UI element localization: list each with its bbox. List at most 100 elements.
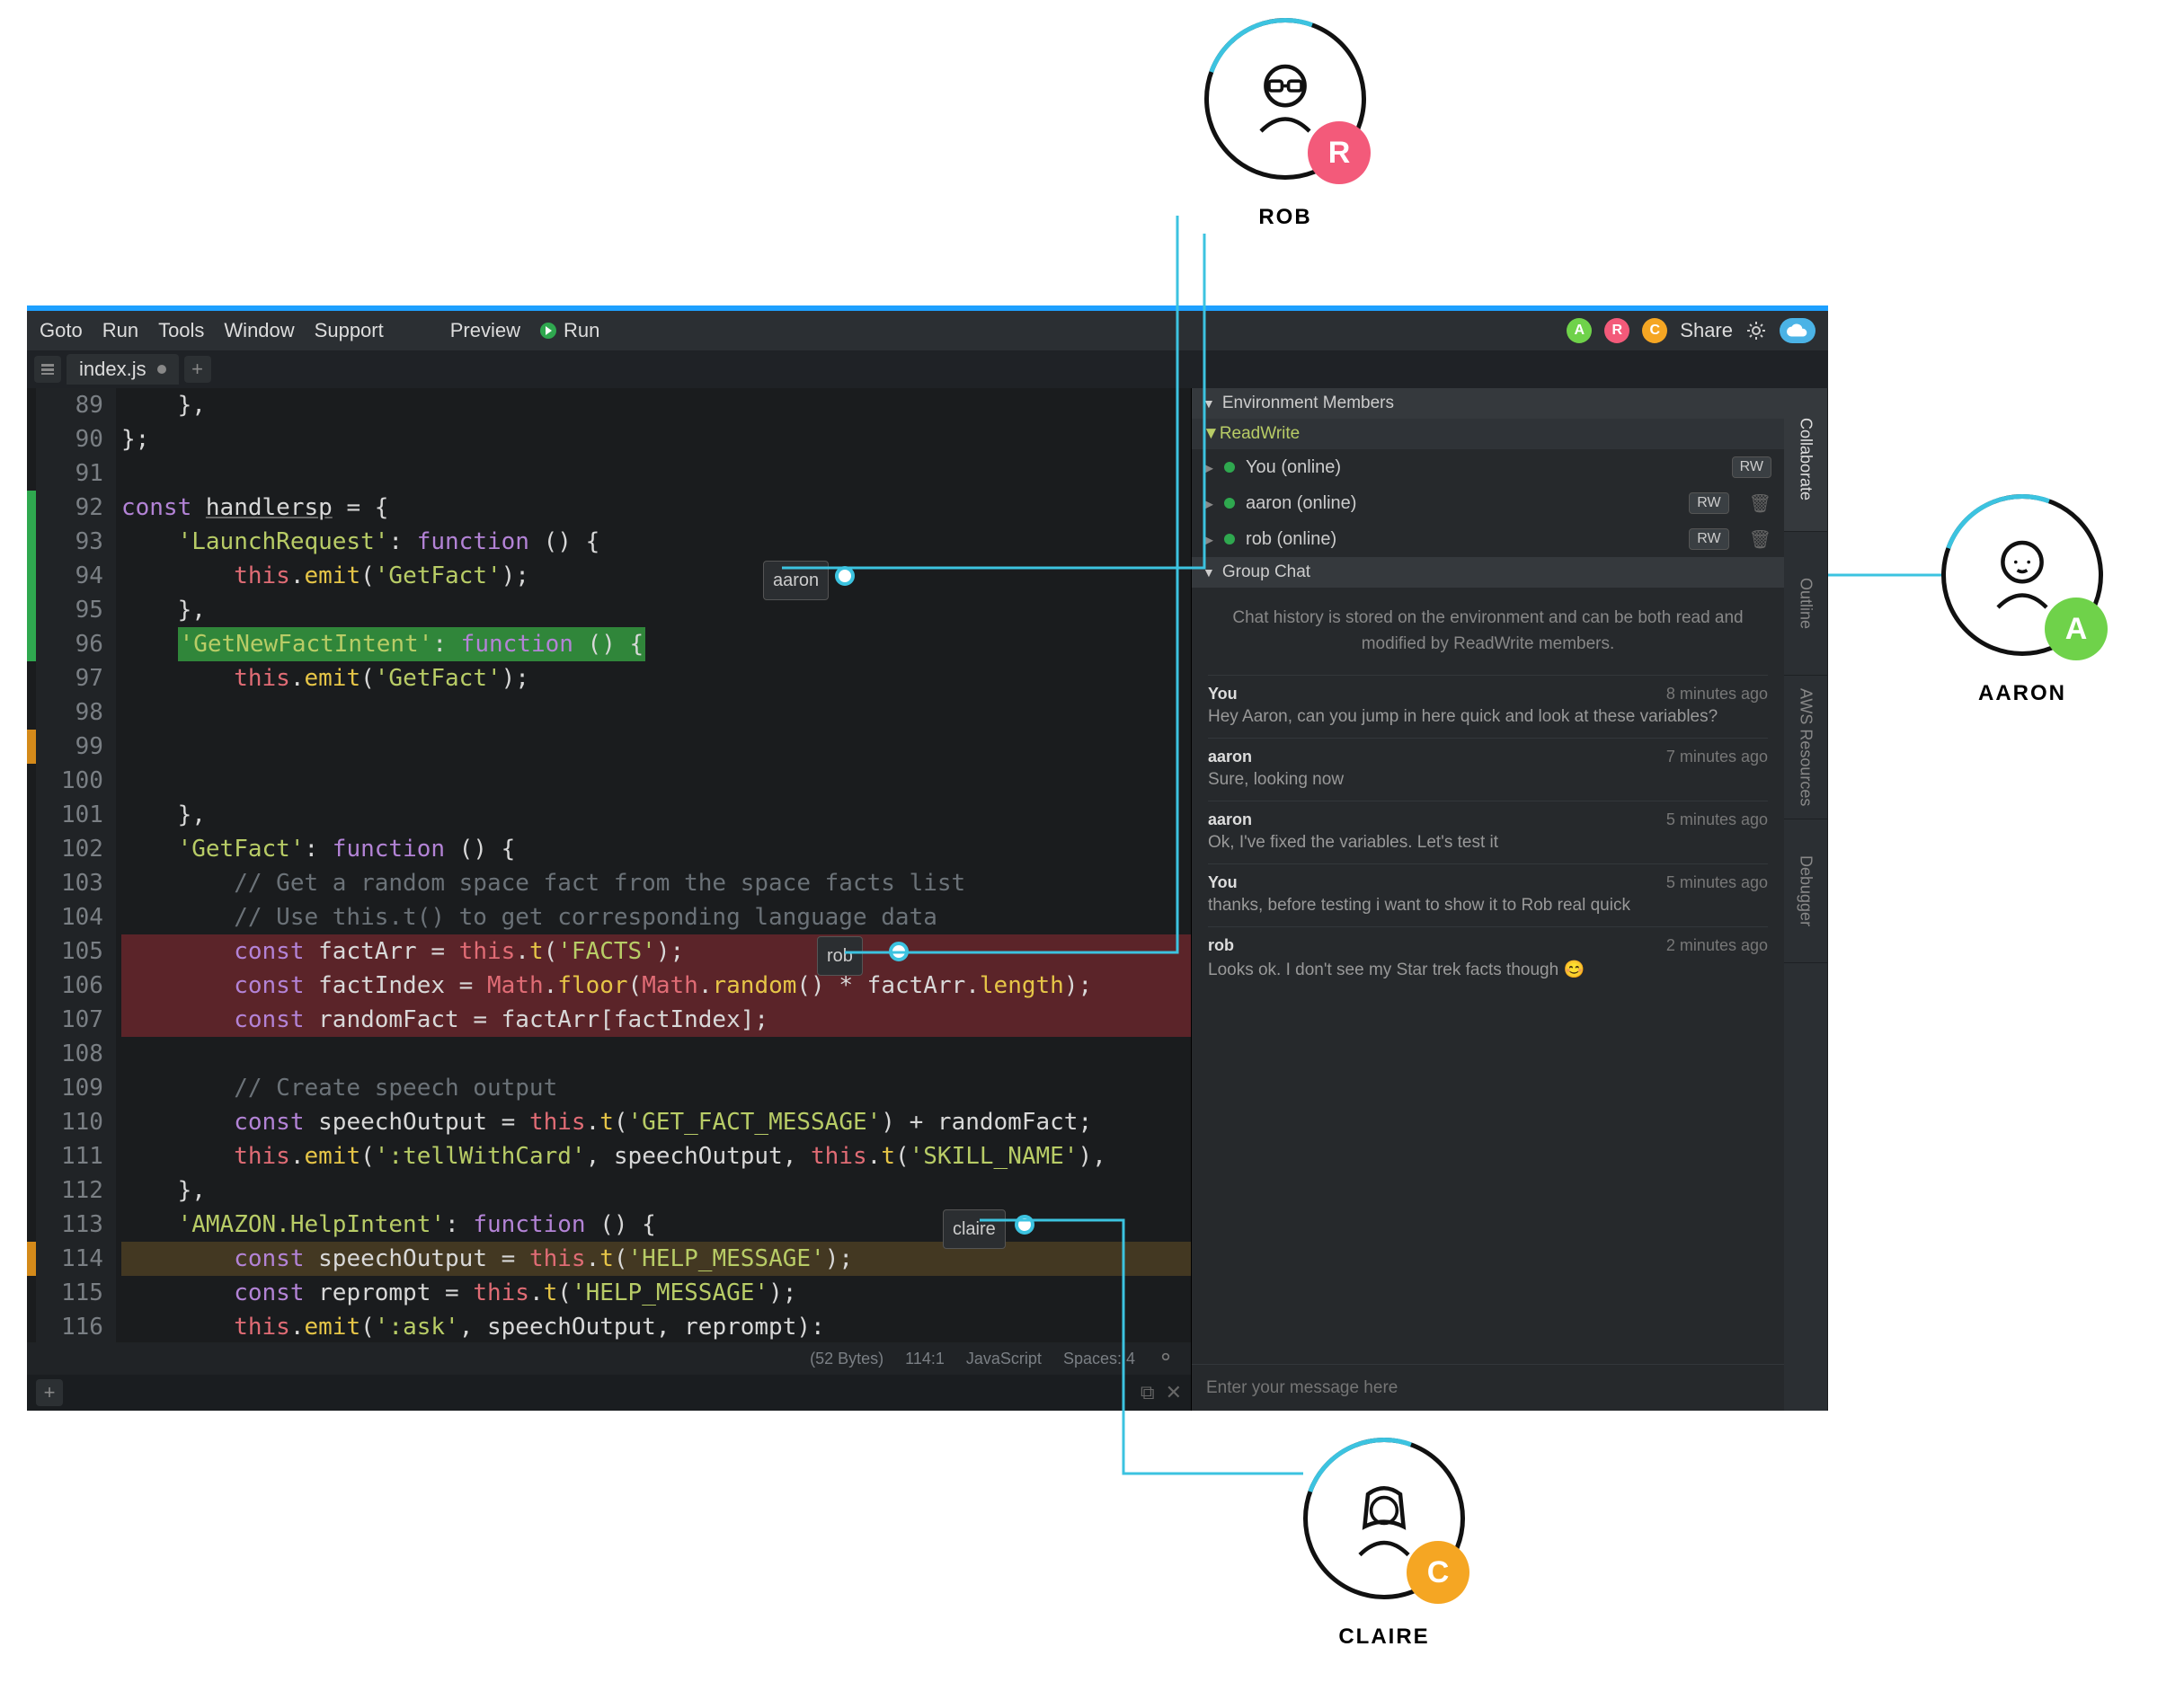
cursor-ring-icon: [889, 942, 909, 961]
popout-icon[interactable]: ⧉: [1141, 1381, 1155, 1404]
cursor-ring-icon: [835, 566, 855, 586]
cursor-ring-icon: [1015, 1215, 1034, 1235]
preview-button[interactable]: Preview: [450, 319, 520, 342]
member-row[interactable]: ▸You (online)RW: [1192, 449, 1784, 485]
tab-icon[interactable]: [34, 356, 61, 383]
code-area[interactable]: },};const handlersp = { 'LaunchRequest':…: [116, 388, 1191, 1342]
file-tab[interactable]: index.js: [67, 354, 179, 385]
env-members-label: Environment Members: [1222, 394, 1394, 413]
chat-message: rob2 minutes agoLooks ok. I don't see my…: [1208, 926, 1768, 991]
code-editor[interactable]: 8990919293949596979899100101102103104105…: [27, 388, 1191, 1342]
chat-message: You5 minutes agothanks, before testing i…: [1208, 863, 1768, 926]
env-members-header[interactable]: ▼Environment Members: [1192, 388, 1784, 419]
chat-input-field[interactable]: [1206, 1378, 1770, 1398]
avatar-circle: R: [1204, 18, 1366, 180]
gear-icon[interactable]: [1745, 320, 1767, 341]
cursor-tag-rob: rob: [817, 936, 863, 976]
menubar: Goto Run Tools Window Support Preview Ru…: [27, 311, 1828, 350]
avatar-badge-letter: A: [2045, 598, 2108, 660]
menu-goto[interactable]: Goto: [40, 319, 83, 342]
member-row[interactable]: ▸rob (online)RW🗑: [1192, 521, 1784, 557]
avatar-rob: R ROB: [1204, 18, 1366, 230]
vtab-collaborate[interactable]: Collaborate: [1784, 388, 1827, 532]
chat-text: Ok, I've fixed the variables. Let's test…: [1208, 833, 1768, 853]
face-icon: [1982, 535, 2063, 615]
play-icon: [540, 323, 556, 339]
chat-log: You 8 minutes ago Hey Aaron, can you jump …: [1192, 675, 1784, 1364]
ide-window: Goto Run Tools Window Support Preview Ru…: [27, 305, 1828, 1411]
statusbar: (52 Bytes) 114:1 JavaScript Spaces: 4: [27, 1342, 1191, 1375]
collab-user-a[interactable]: A: [1567, 318, 1592, 343]
tabbar: index.js +: [27, 350, 1828, 388]
status-lang[interactable]: JavaScript: [966, 1350, 1042, 1368]
vtab-aws-resources[interactable]: AWS Resources: [1784, 676, 1827, 819]
chat-message: You 8 minutes ago Hey Aaron, can you jump …: [1208, 675, 1768, 738]
chat-text: Sure, looking now: [1208, 770, 1768, 790]
avatar-badge-letter: C: [1407, 1541, 1469, 1604]
collab-user-r[interactable]: R: [1604, 318, 1629, 343]
permission-select[interactable]: RW: [1732, 456, 1771, 478]
avatar-aaron: A AARON: [1941, 494, 2103, 706]
chat-info: Chat history is stored on the environmen…: [1192, 588, 1784, 675]
run-button[interactable]: Run: [540, 319, 599, 342]
face-icon: [1245, 58, 1326, 139]
chat-when: 8 minutes ago: [1666, 685, 1768, 704]
chat-who: You: [1208, 685, 1238, 704]
chat-who: aaron: [1208, 810, 1252, 829]
avatar-claire: C CLAIRE: [1303, 1438, 1465, 1650]
menu-window[interactable]: Window: [224, 319, 294, 342]
chat-when: 5 minutes ago: [1666, 873, 1768, 892]
chat-message: aaron 5 minutes ago Ok, I've fixed the var…: [1208, 801, 1768, 863]
new-tab-button[interactable]: +: [184, 356, 211, 383]
chat-who: aaron: [1208, 748, 1252, 766]
online-dot-icon: [1224, 498, 1235, 509]
collab-user-c[interactable]: C: [1642, 318, 1667, 343]
chat-text: Hey Aaron, can you jump in here quick an…: [1208, 707, 1768, 727]
trash-icon[interactable]: 🗑: [1749, 528, 1771, 551]
dirty-dot-icon: [157, 365, 166, 374]
vtab-outline[interactable]: Outline: [1784, 532, 1827, 676]
menu-support[interactable]: Support: [315, 319, 384, 342]
bottom-dock: + ⧉ ✕: [27, 1375, 1191, 1411]
online-dot-icon: [1224, 462, 1235, 473]
chat-message: aaron7 minutes agoSure, looking now: [1208, 738, 1768, 801]
avatar-badge-letter: R: [1308, 121, 1371, 184]
cursor-tag-aaron: aaron: [763, 561, 829, 600]
chat-when: 5 minutes ago: [1666, 810, 1768, 829]
run-label: Run: [564, 319, 599, 342]
avatar-circle: C: [1303, 1438, 1465, 1599]
avatar-name: AARON: [1941, 681, 2103, 706]
chat-input[interactable]: [1192, 1364, 1784, 1411]
chat-when: 2 minutes ago: [1666, 936, 1768, 955]
chat-text: thanks, before testing i want to show it…: [1208, 896, 1768, 916]
vtab-debugger[interactable]: Debugger: [1784, 819, 1827, 963]
member-name: aaron (online): [1246, 493, 1356, 514]
cloud9-icon[interactable]: [1780, 318, 1816, 343]
member-name: rob (online): [1246, 529, 1336, 550]
collaborate-panel: ▼Environment Members ▼ReadWrite ▸You (on…: [1191, 388, 1784, 1411]
perm-header[interactable]: ▼ReadWrite: [1192, 419, 1784, 449]
menu-run[interactable]: Run: [102, 319, 138, 342]
share-button[interactable]: Share: [1680, 319, 1733, 342]
avatar-name: CLAIRE: [1303, 1624, 1465, 1650]
group-chat-header[interactable]: ▼Group Chat: [1192, 557, 1784, 588]
status-gear-icon[interactable]: [1157, 1348, 1178, 1369]
permission-select[interactable]: RW: [1689, 528, 1728, 550]
permission-select[interactable]: RW: [1689, 492, 1728, 514]
online-dot-icon: [1224, 534, 1235, 544]
status-bytes: (52 Bytes): [810, 1350, 883, 1368]
group-chat-label: Group Chat: [1222, 562, 1310, 582]
dock-plus-button[interactable]: +: [36, 1379, 63, 1406]
menu-tools[interactable]: Tools: [158, 319, 204, 342]
gutter: 8990919293949596979899100101102103104105…: [36, 388, 116, 1342]
close-icon[interactable]: ✕: [1166, 1381, 1182, 1404]
avatar-circle: A: [1941, 494, 2103, 656]
trash-icon[interactable]: 🗑: [1749, 492, 1771, 515]
perm-header-label: ReadWrite: [1220, 424, 1300, 444]
face-icon: [1344, 1478, 1425, 1559]
avatar-name: ROB: [1204, 205, 1366, 230]
chat-who: rob: [1208, 936, 1234, 955]
status-spaces[interactable]: Spaces: 4: [1063, 1350, 1135, 1368]
status-pos: 114:1: [905, 1350, 945, 1368]
member-row[interactable]: ▸aaron (online)RW🗑: [1192, 485, 1784, 521]
